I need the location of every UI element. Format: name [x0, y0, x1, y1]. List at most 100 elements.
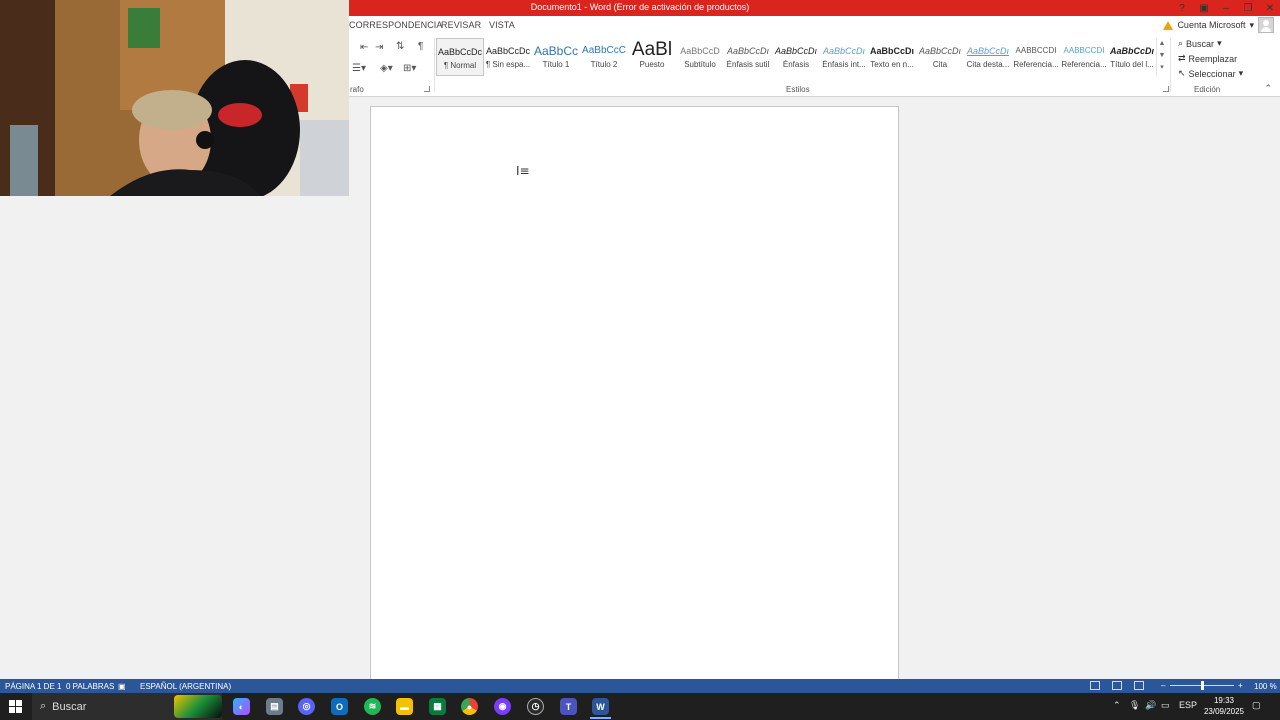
- obs-icon[interactable]: ◉: [494, 698, 511, 715]
- avatar[interactable]: [1258, 17, 1274, 33]
- style-enfasis-sutil[interactable]: AaBbCcDı Énfasis sutil: [724, 38, 772, 76]
- system-clock[interactable]: 19:33 23/09/2025: [1196, 695, 1252, 717]
- style-sample: AaBbCcD: [680, 46, 720, 56]
- start-button[interactable]: [9, 700, 22, 713]
- language-indicator[interactable]: ESPAÑOL (ARGENTINA): [140, 682, 231, 691]
- tab-correspondencia[interactable]: CORRESPONDENCIA: [349, 20, 443, 30]
- webcam-overlay: [0, 0, 349, 196]
- style-label: ¶ Sin espa...: [485, 60, 531, 69]
- style-referencia-sutil[interactable]: AABBCCDI Referencia...: [1012, 38, 1060, 76]
- page-count[interactable]: PÁGINA 1 DE 1: [5, 682, 61, 691]
- style-label: ¶ Normal: [443, 61, 477, 70]
- network-icon[interactable]: ▭: [1161, 700, 1170, 711]
- style-label: Énfasis: [782, 60, 810, 69]
- chevron-up-icon[interactable]: ▲: [1157, 38, 1167, 50]
- style-label: Título 2: [590, 60, 618, 69]
- volume-icon[interactable]: 🔊: [1145, 700, 1156, 711]
- style-cita-destacada[interactable]: AaBbCcDı Cita desta...: [964, 38, 1012, 76]
- style-texto-en-negrita[interactable]: AaBbCcDı Texto en n...: [868, 38, 916, 76]
- search-highlight-image[interactable]: [174, 695, 222, 718]
- outlook-icon[interactable]: O: [331, 698, 348, 715]
- zoom-out-button[interactable]: –: [1161, 681, 1165, 690]
- style-label: Énfasis sutil: [726, 60, 770, 69]
- style-label: Cita desta...: [966, 60, 1010, 69]
- clock-app-icon[interactable]: ◷: [527, 698, 544, 715]
- discord-icon[interactable]: ◎: [298, 698, 315, 715]
- tab-revisar[interactable]: REVISAR: [441, 20, 481, 30]
- print-layout-icon[interactable]: [1112, 681, 1122, 690]
- style-titulo-1[interactable]: AaBbCc Título 1: [532, 38, 580, 76]
- restore-button[interactable]: ❐: [1242, 3, 1254, 14]
- find-button[interactable]: ⌕ Buscar ▾: [1178, 38, 1222, 49]
- style-titulo-del-libro[interactable]: AaBbCcDı Título del l...: [1108, 38, 1156, 76]
- document-page[interactable]: [370, 106, 899, 686]
- chevron-down-icon[interactable]: ▾: [1249, 20, 1254, 31]
- shading-icon[interactable]: ◈▾: [380, 63, 393, 74]
- teams-icon[interactable]: T: [560, 698, 577, 715]
- word-count[interactable]: 0 PALABRAS: [66, 682, 114, 691]
- account-label[interactable]: Cuenta Microsoft: [1177, 20, 1245, 30]
- more-styles-icon[interactable]: ▾: [1157, 62, 1167, 74]
- style-sample: AABBCCDI: [1063, 46, 1105, 55]
- minimize-button[interactable]: –: [1220, 3, 1232, 14]
- zoom-slider-thumb[interactable]: [1201, 681, 1204, 690]
- style-referencia-intensa[interactable]: AABBCCDI Referencia...: [1060, 38, 1108, 76]
- close-button[interactable]: ✕: [1264, 3, 1276, 14]
- copilot-icon[interactable]: ◐: [233, 698, 250, 715]
- styles-launcher-icon[interactable]: [1163, 86, 1169, 92]
- style-puesto[interactable]: AaBl Puesto: [628, 38, 676, 76]
- style-sample: AaBbCcDc: [437, 47, 482, 57]
- replace-button[interactable]: ⇄ Reemplazar: [1178, 53, 1237, 64]
- sort-icon[interactable]: ⇅: [396, 41, 404, 52]
- borders-icon[interactable]: ⊞▾: [403, 63, 416, 74]
- paragraph-launcher-icon[interactable]: [424, 86, 430, 92]
- search-icon: ⌕: [40, 700, 47, 712]
- windows-logo-icon: [9, 707, 15, 713]
- status-bar: PÁGINA 1 DE 1 0 PALABRAS ▣ ESPAÑOL (ARGE…: [0, 679, 1280, 693]
- style-sample: AaBbCcDı: [822, 46, 866, 56]
- chevron-up-icon[interactable]: ⌃: [1113, 700, 1121, 711]
- select-button[interactable]: ↖ Seleccionar ▾: [1178, 68, 1243, 79]
- style-sample: AaBbCcDı: [918, 46, 962, 56]
- microphone-icon[interactable]: 🎙: [1129, 700, 1140, 711]
- view-buttons: [1090, 681, 1144, 690]
- word-icon[interactable]: W: [592, 698, 609, 715]
- style-normal[interactable]: AaBbCcDc ¶ Normal: [436, 38, 484, 76]
- styles-gallery-scroll: ▲ ▼ ▾: [1156, 38, 1167, 76]
- decrease-indent-icon[interactable]: ⇤: [360, 42, 368, 53]
- language-switcher[interactable]: ESP: [1179, 700, 1197, 710]
- file-manager-icon[interactable]: ▤: [266, 698, 283, 715]
- style-sin-espaciado[interactable]: AaBbCcDc ¶ Sin espa...: [484, 38, 532, 76]
- read-mode-icon[interactable]: [1090, 681, 1100, 690]
- ribbon-display-icon[interactable]: ▣: [1198, 3, 1210, 14]
- line-spacing-icon[interactable]: ☰▾: [352, 63, 366, 74]
- account-area[interactable]: Cuenta Microsoft ▾: [1163, 17, 1274, 33]
- editing-group-label: Edición: [1194, 85, 1221, 94]
- zoom-in-button[interactable]: +: [1238, 681, 1243, 690]
- replace-label: Reemplazar: [1188, 53, 1238, 64]
- increase-indent-icon[interactable]: ⇥: [375, 42, 383, 53]
- style-subtitulo[interactable]: AaBbCcD Subtítulo: [676, 38, 724, 76]
- collapse-ribbon-icon[interactable]: ⌃: [1264, 83, 1272, 94]
- notifications-icon[interactable]: ▢: [1252, 700, 1261, 711]
- style-enfasis[interactable]: AaBbCcDı Énfasis: [772, 38, 820, 76]
- tab-vista[interactable]: VISTA: [489, 20, 515, 30]
- help-icon[interactable]: ?: [1176, 3, 1188, 14]
- style-cita[interactable]: AaBbCcDı Cita: [916, 38, 964, 76]
- window-controls: ? ▣ – ❐ ✕: [1176, 0, 1276, 16]
- styles-gallery: AaBbCcDc ¶ Normal AaBbCcDc ¶ Sin espa...…: [436, 38, 1156, 78]
- zoom-level[interactable]: 100 %: [1254, 682, 1277, 691]
- chrome-icon[interactable]: ●: [461, 698, 478, 715]
- store-icon[interactable]: ▦: [429, 698, 446, 715]
- style-titulo-2[interactable]: AaBbCcC Título 2: [580, 38, 628, 76]
- style-sample: AaBbCcDı: [966, 46, 1010, 56]
- spotify-icon[interactable]: ≋: [364, 698, 381, 715]
- chevron-down-icon[interactable]: ▼: [1157, 50, 1167, 62]
- proofing-icon[interactable]: ▣: [118, 682, 126, 691]
- web-layout-icon[interactable]: [1134, 681, 1144, 690]
- file-explorer-icon[interactable]: ▬: [396, 698, 413, 715]
- active-app-indicator: [590, 717, 611, 719]
- style-enfasis-intenso[interactable]: AaBbCcDı Énfasis int...: [820, 38, 868, 76]
- style-sample: AaBl: [631, 39, 673, 60]
- pilcrow-icon[interactable]: ¶: [418, 41, 423, 52]
